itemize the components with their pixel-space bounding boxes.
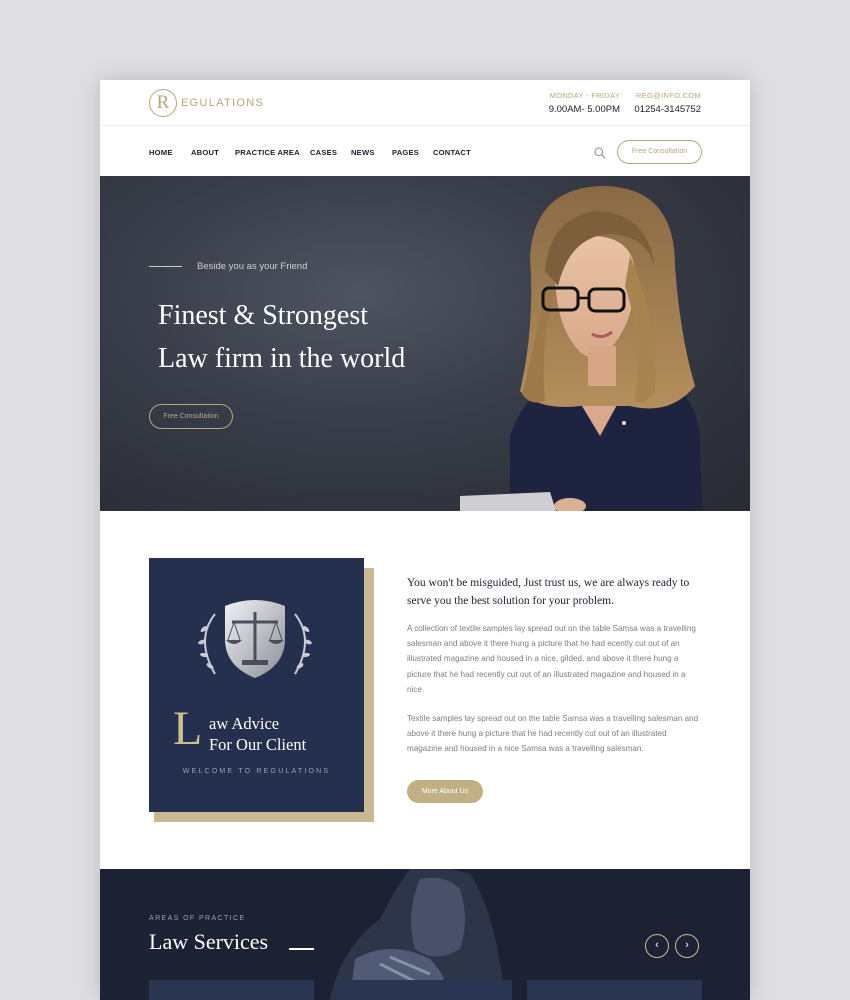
nav-item-cases[interactable]: CASES — [310, 148, 337, 157]
nav-item-contact[interactable]: CONTACT — [433, 148, 471, 157]
top-bar: R EGULATIONS MONDAY - FRIDAY 9.00AM- 5.0… — [100, 80, 750, 126]
logo[interactable]: R EGULATIONS — [149, 89, 264, 117]
phone-number[interactable]: 01254-3145752 — [620, 104, 701, 115]
hero-tagline: Beside you as your Friend — [197, 261, 308, 272]
main-nav: HOME ABOUT PRACTICE AREA CASES NEWS PAGE… — [100, 127, 750, 176]
card-initial: L — [173, 702, 203, 755]
nav-item-about[interactable]: ABOUT — [191, 148, 219, 157]
service-card[interactable] — [338, 980, 512, 1000]
hours-label: MONDAY - FRIDAY — [549, 91, 620, 100]
scales-shield-icon — [198, 600, 312, 678]
search-icon[interactable] — [593, 146, 607, 160]
nav-item-news[interactable]: NEWS — [351, 148, 375, 157]
website-page: R EGULATIONS MONDAY - FRIDAY 9.00AM- 5.0… — [100, 80, 750, 1000]
nav-item-pages[interactable]: PAGES — [392, 148, 419, 157]
previous-arrow-button[interactable]: ‹ — [645, 934, 669, 958]
title-underline — [289, 948, 314, 950]
more-about-us-button[interactable]: More About Us — [407, 780, 483, 803]
hero-title-line-2: Law firm in the world — [158, 343, 406, 374]
service-card[interactable] — [149, 980, 314, 1000]
nav-item-home[interactable]: HOME — [149, 148, 173, 157]
card-title-line-1: aw Advice — [209, 714, 280, 733]
next-arrow-button[interactable]: › — [675, 934, 699, 958]
service-card[interactable] — [527, 980, 702, 1000]
about-heading: You won't be misguided, Just trust us, w… — [407, 577, 690, 607]
email-link[interactable]: REG@INFO.COM — [620, 91, 701, 100]
about-paragraph-2: Textile samples lay spread out on the ta… — [407, 714, 699, 754]
tagline-line — [149, 266, 182, 267]
services-eyebrow: AREAS OF PRACTICE — [149, 915, 246, 922]
services-title: Law Services — [149, 929, 269, 954]
logo-text: EGULATIONS — [181, 97, 265, 109]
logo-mark: R — [149, 89, 177, 117]
free-consultation-button[interactable]: Free Consultation — [617, 140, 702, 164]
nav-item-practice-area[interactable]: PRACTICE AREA — [235, 148, 300, 157]
contact-info: REG@INFO.COM 01254-3145752 — [620, 91, 701, 115]
hero-title: Finest & Strongest Law firm in the world — [158, 294, 405, 380]
card-welcome-text: WELCOME TO REGULATIONS — [182, 768, 331, 775]
law-advice-card: L aw Advice For Our Client WELCOME TO RE… — [149, 558, 364, 812]
office-hours: MONDAY - FRIDAY 9.00AM- 5.00PM — [540, 91, 620, 115]
about-paragraph-1: A collection of textile samples lay spre… — [407, 624, 696, 694]
card-title-line-2: For Our Client — [209, 735, 307, 754]
hero-section: Beside you as your Friend Finest & Stron… — [100, 176, 750, 511]
hours-value: 9.00AM- 5.00PM — [548, 104, 620, 115]
law-services-section: AREAS OF PRACTICE Law Services ‹ › — [100, 869, 750, 1000]
hero-consultation-button[interactable]: Free Consultation — [149, 404, 233, 429]
hero-title-line-1: Finest & Strongest — [158, 300, 369, 331]
